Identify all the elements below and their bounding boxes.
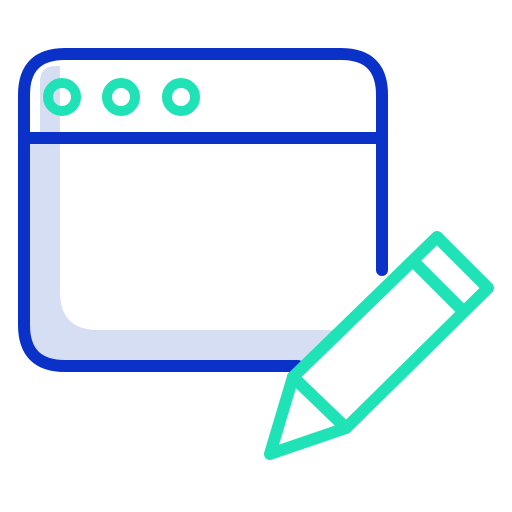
window-dot-icon-2 [102, 78, 140, 116]
window-dot-icon-1 [43, 78, 81, 116]
window-dot-icon-3 [162, 78, 200, 116]
icon-canvas [0, 0, 512, 512]
window-shade [30, 140, 334, 367]
browser-window-edit-icon [18, 48, 494, 460]
